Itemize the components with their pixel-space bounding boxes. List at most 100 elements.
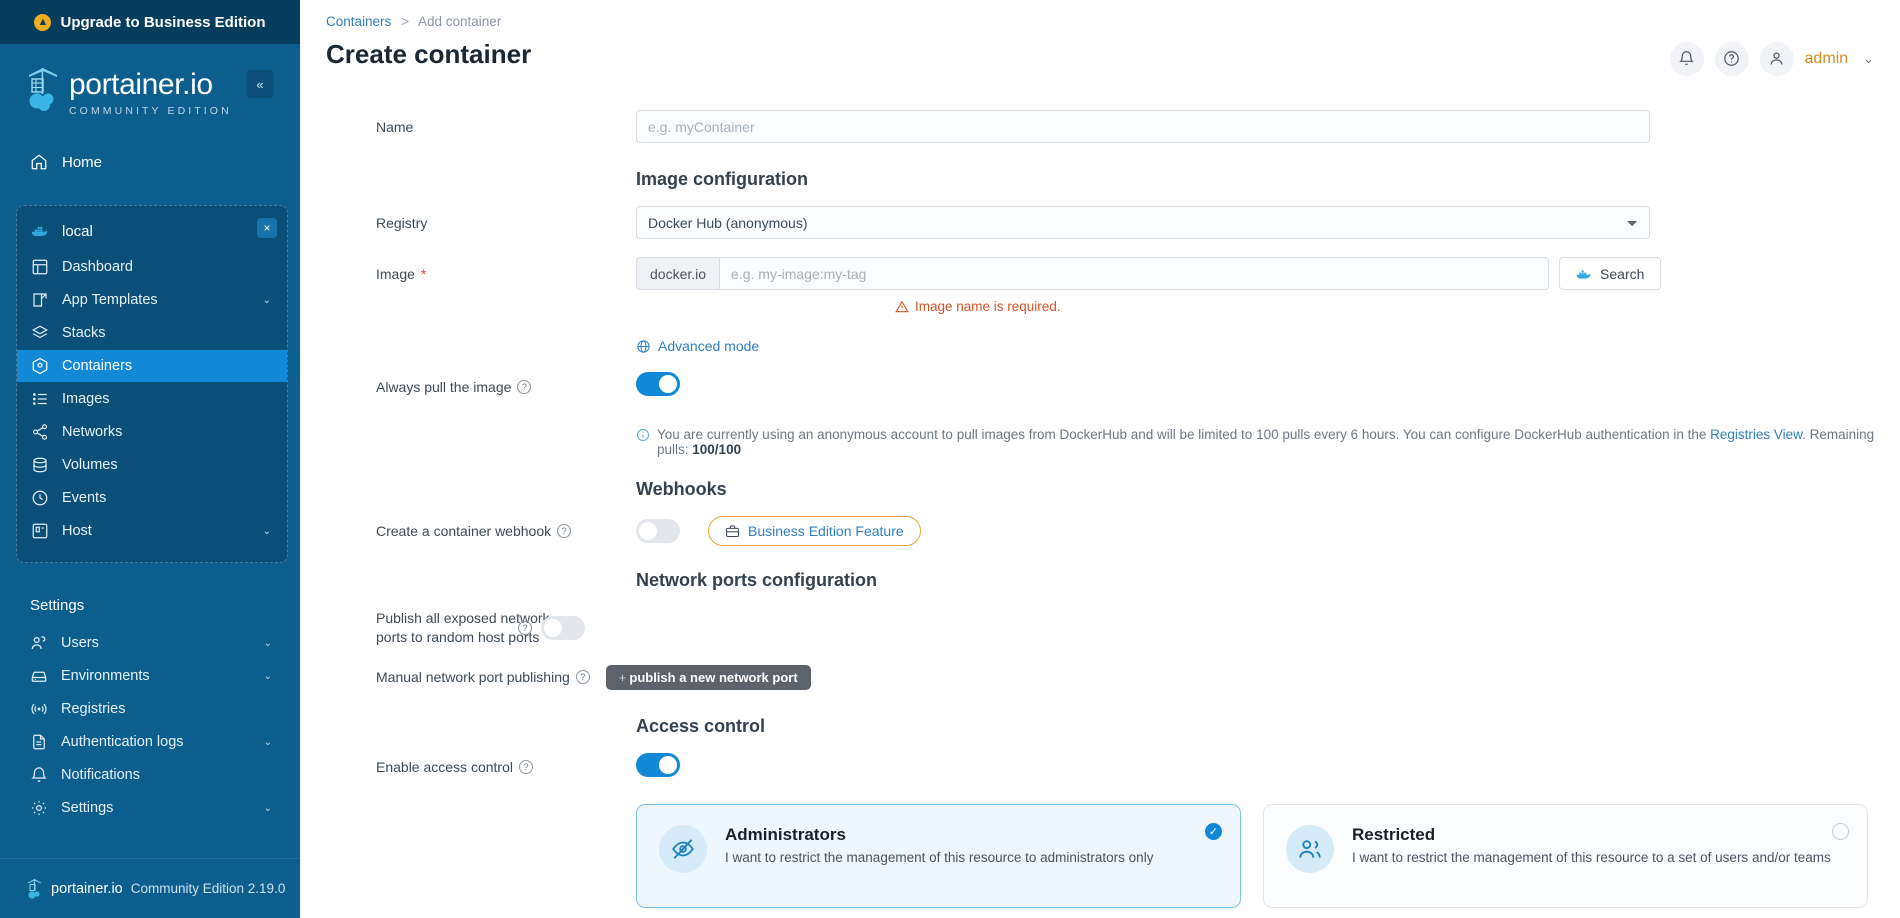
events-icon	[32, 490, 48, 506]
registries-icon	[31, 703, 47, 715]
always-pull-toggle[interactable]	[636, 372, 680, 396]
environment-name: local	[62, 222, 93, 240]
help-icon[interactable]: ?	[575, 670, 590, 685]
sidebar-item-dashboard-label: Dashboard	[62, 259, 133, 275]
webhook-label: Create a container webhook ?	[376, 523, 636, 539]
breadcrumb-containers[interactable]: Containers	[326, 14, 391, 29]
sidebar-item-stacks[interactable]: Stacks	[17, 317, 287, 349]
user-avatar[interactable]	[1759, 41, 1794, 76]
manual-publish-label: Manual network port publishing ?	[376, 669, 590, 685]
name-row: Name	[300, 110, 1900, 143]
image-error-message: Image name is required.	[300, 299, 1900, 314]
sidebar-item-settings[interactable]: Settings ⌄	[16, 792, 288, 824]
brand: portainer.io COMMUNITY EDITION «	[0, 44, 300, 127]
name-input[interactable]	[636, 110, 1650, 143]
publish-new-port-button[interactable]: + publish a new network port	[605, 664, 811, 690]
image-required-mark: *	[420, 265, 427, 282]
networks-icon	[32, 424, 48, 440]
page-title: Create container	[326, 39, 532, 69]
webhook-toggle[interactable]	[636, 519, 680, 543]
upgrade-banner[interactable]: ▲ Upgrade to Business Edition	[0, 0, 300, 44]
template-icon	[33, 293, 47, 307]
sidebar-item-authentication-logs-label: Authentication logs	[61, 734, 184, 750]
help-icon[interactable]: ?	[557, 524, 572, 538]
upgrade-arrow-icon: ▲	[34, 13, 52, 31]
sidebar-item-containers[interactable]: Containers	[17, 350, 287, 382]
sidebar-collapse-button[interactable]: «	[246, 70, 274, 98]
help-icon[interactable]: ?	[518, 760, 533, 775]
registry-select[interactable]: Docker Hub (anonymous)	[636, 206, 1650, 239]
access-control-cards: Administrators I want to restrict the ma…	[300, 803, 1900, 908]
host-icon	[32, 523, 48, 539]
sidebar-item-app-templates[interactable]: App Templates ⌄	[17, 284, 287, 316]
container-icon	[32, 357, 48, 375]
help-icon[interactable]: ?	[518, 621, 532, 635]
breadcrumb: Containers > Add container	[326, 14, 531, 29]
help-button[interactable]	[1714, 41, 1749, 76]
sidebar-item-events-label: Events	[62, 490, 107, 506]
sidebar-item-dashboard[interactable]: Dashboard	[17, 251, 287, 283]
sidebar-item-networks-label: Networks	[62, 424, 123, 440]
globe-icon	[637, 339, 650, 353]
breadcrumb-separator: >	[401, 14, 409, 29]
environment-close-button[interactable]: ×	[257, 218, 277, 238]
notifications-icon	[31, 767, 47, 782]
sidebar-item-images[interactable]: Images	[17, 383, 287, 415]
notifications-button[interactable]	[1669, 41, 1704, 76]
sidebar-item-volumes[interactable]: Volumes	[17, 449, 287, 481]
help-icon[interactable]: ?	[517, 379, 532, 394]
brand-subtitle: COMMUNITY EDITION	[69, 105, 232, 117]
access-card-administrators-radio[interactable]: ✓	[1205, 822, 1222, 840]
sidebar-item-host[interactable]: Host ⌄	[17, 515, 287, 547]
chevron-down-icon: ⌄	[263, 736, 272, 748]
app-root: ▲ Upgrade to Business Edition portainer.…	[0, 0, 1900, 918]
user-name-label[interactable]: admin	[1805, 50, 1849, 68]
access-card-restricted-radio[interactable]	[1832, 822, 1849, 840]
always-pull-control	[636, 372, 1900, 401]
sidebar: ▲ Upgrade to Business Edition portainer.…	[0, 0, 300, 918]
registries-view-link[interactable]: Registries View	[1710, 427, 1802, 442]
info-icon	[636, 428, 650, 442]
dockerhub-pull-info: You are currently using an anonymous acc…	[300, 427, 1900, 457]
enable-access-control-toggle[interactable]	[636, 752, 680, 777]
chevron-down-icon: ⌄	[263, 670, 272, 682]
image-search-button[interactable]: Search	[1559, 257, 1662, 290]
portainer-logo-icon	[29, 68, 57, 111]
image-label: Image *	[376, 266, 636, 282]
access-card-restricted[interactable]: Restricted I want to restrict the manage…	[1263, 803, 1868, 908]
sidebar-item-registries[interactable]: Registries	[16, 693, 288, 725]
publish-all-toggle[interactable]	[541, 616, 585, 640]
chevron-double-left-icon: «	[256, 76, 264, 92]
sidebar-item-notifications[interactable]: Notifications	[16, 759, 288, 791]
business-edition-badge-label: Business Edition Feature	[748, 523, 904, 539]
image-input[interactable]	[719, 257, 1550, 290]
main-content: Containers > Add container Create contai…	[300, 0, 1900, 918]
breadcrumb-current: Add container	[417, 14, 502, 29]
image-control: docker.io Search	[636, 257, 1900, 290]
plus-icon: +	[618, 669, 627, 685]
sidebar-item-authentication-logs[interactable]: Authentication logs ⌄	[16, 726, 288, 758]
business-edition-badge[interactable]: Business Edition Feature	[708, 516, 921, 546]
registry-label: Registry	[376, 214, 428, 231]
advanced-mode-toggle-link[interactable]: Advanced mode	[300, 338, 759, 354]
eye-off-icon-wrap	[659, 824, 707, 873]
access-card-restricted-desc: I want to restrict the management of thi…	[1352, 849, 1831, 865]
users-icon	[31, 636, 46, 650]
sidebar-item-app-templates-label: App Templates	[62, 292, 158, 308]
access-card-administrators[interactable]: Administrators I want to restrict the ma…	[636, 803, 1241, 908]
sidebar-item-environments[interactable]: Environments ⌄	[16, 660, 288, 692]
docker-icon	[31, 226, 48, 237]
image-search-label: Search	[1600, 265, 1645, 282]
chevron-down-icon[interactable]: ⌄	[1863, 51, 1874, 67]
chevron-down-icon: ⌄	[263, 802, 272, 814]
sidebar-item-networks[interactable]: Networks	[17, 416, 287, 448]
environment-header[interactable]: local	[17, 216, 287, 250]
sidebar-item-home[interactable]: Home	[16, 145, 284, 179]
webhooks-heading: Webhooks	[636, 479, 727, 499]
settings-nav: Users ⌄ Environments ⌄ Registries Authen…	[0, 626, 300, 825]
sidebar-item-events[interactable]: Events	[17, 482, 287, 514]
help-circle-icon	[1724, 51, 1739, 66]
image-label-text: Image	[376, 265, 415, 282]
sidebar-item-users[interactable]: Users ⌄	[16, 627, 288, 659]
sidebar-item-users-label: Users	[61, 635, 99, 651]
